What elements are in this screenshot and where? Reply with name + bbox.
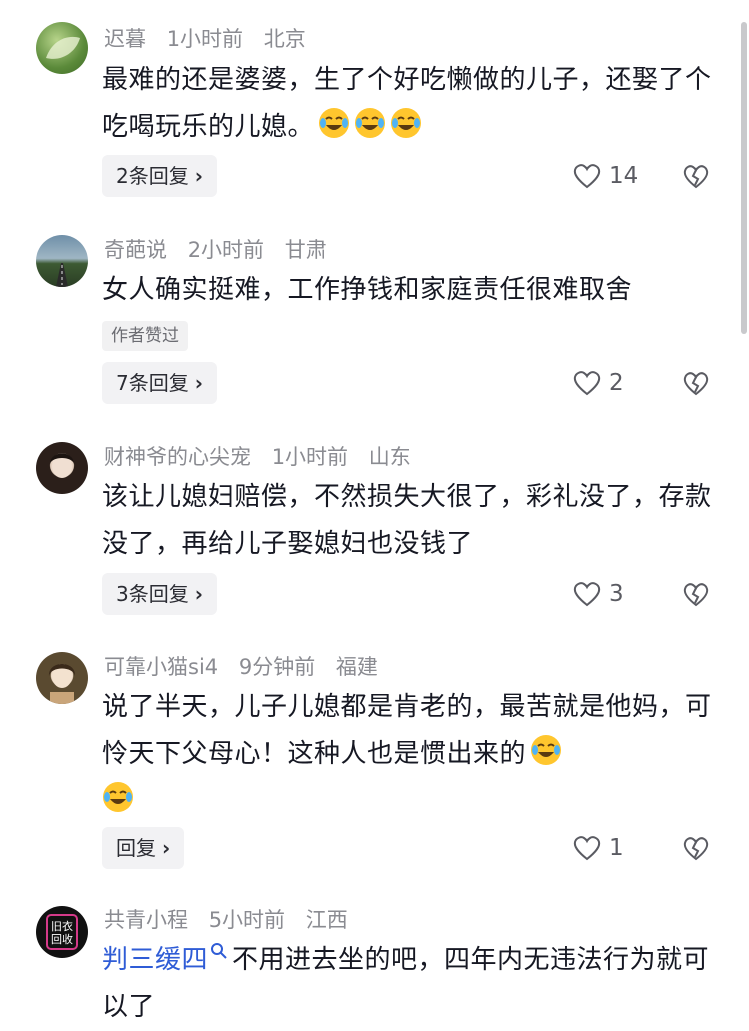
laughing-crying-emoji-icon: [355, 108, 386, 138]
heart-outline-icon: [573, 836, 601, 861]
avatar-logo-text: 回收: [51, 932, 73, 946]
location: 福建: [335, 655, 378, 679]
reply-button[interactable]: 回复 ›: [102, 827, 185, 869]
username[interactable]: 可靠小猫si4: [104, 655, 218, 679]
avatar[interactable]: 旧衣 回收: [36, 906, 88, 958]
like-count: 3: [609, 581, 624, 607]
road-avatar-icon: [56, 263, 68, 287]
heart-outline-icon: [573, 582, 601, 607]
timestamp: 1小时前: [271, 445, 349, 469]
comment-meta: 可靠小猫si4 9分钟前 福建: [104, 653, 392, 681]
laughing-crying-emoji-icon: [103, 782, 133, 812]
avatar[interactable]: [36, 652, 88, 704]
username[interactable]: 奇葩说: [104, 238, 167, 262]
leaf-avatar-icon: [46, 36, 80, 59]
logo-avatar-icon: 旧衣 回收: [46, 914, 78, 950]
comment-text: 最难的还是婆婆，生了个好吃懒做的儿子，还娶了个吃喝玩乐的儿媳。: [102, 65, 712, 142]
chevron-right-icon: ›: [194, 371, 203, 395]
username[interactable]: 财神爷的心尖宠: [104, 445, 251, 469]
avatar[interactable]: [36, 235, 88, 287]
heart-outline-icon: [573, 371, 601, 396]
broken-heart-icon[interactable]: [683, 164, 709, 190]
view-replies-button[interactable]: 7条回复 ›: [102, 362, 217, 404]
comment-meta: 奇葩说 2小时前 甘肃: [104, 236, 341, 264]
username[interactable]: 迟暮: [104, 27, 146, 51]
author-liked-badge: 作者赞过: [102, 321, 188, 351]
chevron-right-icon: ›: [194, 164, 203, 188]
view-replies-button[interactable]: 2条回复 ›: [102, 155, 217, 197]
like-count: 2: [609, 370, 624, 396]
comment-text: 判三缓四 不用进去坐的吧，四年内无违法行为就可以了: [102, 937, 712, 1031]
comment-meta: 共青小程 5小时前 江西: [104, 906, 362, 934]
location: 江西: [305, 908, 348, 932]
search-icon[interactable]: [210, 942, 228, 960]
comment-meta: 迟暮 1小时前 北京: [104, 25, 320, 53]
avatar[interactable]: [36, 22, 88, 74]
timestamp: 1小时前: [166, 27, 244, 51]
portrait-avatar-icon: [48, 664, 76, 704]
comment-text: 女人确实挺难，工作挣钱和家庭责任很难取舍: [102, 275, 633, 305]
location: 北京: [263, 27, 306, 51]
broken-heart-icon[interactable]: [683, 836, 709, 862]
comment-meta: 财神爷的心尖宠 1小时前 山东: [104, 443, 425, 471]
like-count: 1: [609, 835, 624, 861]
comment-text: 说了半天，儿子儿媳都是肯老的，最苦就是他妈，可怜天下父母心！这种人也是惯出来的: [102, 684, 712, 825]
chevron-right-icon: ›: [194, 582, 203, 606]
heart-outline-icon: [573, 164, 601, 189]
timestamp: 9分钟前: [238, 655, 316, 679]
scrollbar[interactable]: [741, 22, 747, 334]
comment-text: 该让儿媳妇赔偿，不然损失大很了，彩礼没了，存款没了，再给儿子娶媳妇也没钱了: [102, 482, 712, 559]
timestamp: 2小时前: [187, 238, 265, 262]
broken-heart-icon[interactable]: [683, 582, 709, 608]
mention-link[interactable]: 判三缓四: [102, 945, 208, 975]
laughing-crying-emoji-icon: [391, 108, 422, 138]
view-replies-button[interactable]: 3条回复 ›: [102, 573, 217, 615]
timestamp: 5小时前: [208, 908, 286, 932]
like-button[interactable]: 2: [573, 363, 624, 403]
portrait-avatar-icon: [50, 453, 74, 478]
like-button[interactable]: 1: [573, 828, 624, 868]
like-button[interactable]: 14: [573, 156, 638, 196]
laughing-crying-emoji-icon: [319, 108, 350, 138]
like-button[interactable]: 3: [573, 574, 624, 614]
broken-heart-icon[interactable]: [683, 371, 709, 397]
location: 山东: [368, 445, 411, 469]
avatar-logo-text: 旧衣: [51, 919, 73, 933]
chevron-right-icon: ›: [162, 836, 171, 860]
avatar[interactable]: [36, 442, 88, 494]
laughing-crying-emoji-icon: [531, 735, 562, 765]
location: 甘肃: [284, 238, 327, 262]
username[interactable]: 共青小程: [104, 908, 188, 932]
like-count: 14: [609, 163, 639, 189]
